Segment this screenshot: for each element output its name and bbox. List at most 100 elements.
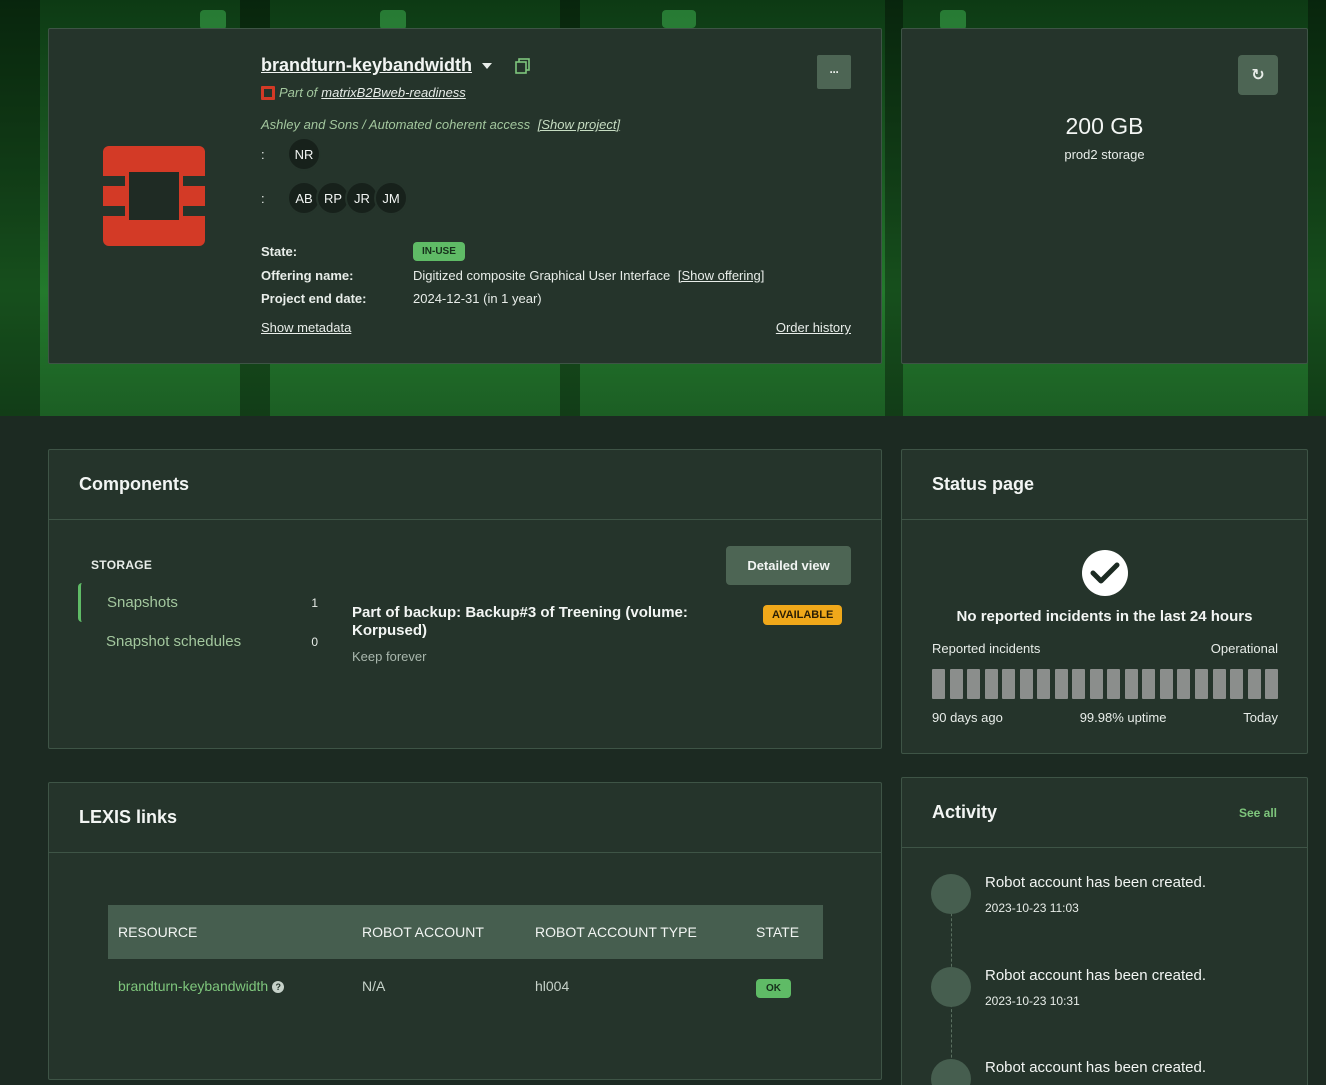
uptime-bar[interactable] (1247, 669, 1261, 699)
components-title: Components (79, 474, 189, 494)
lexis-table: RESOURCE ROBOT ACCOUNT ROBOT ACCOUNT TYP… (108, 905, 823, 1013)
show-offering-link[interactable]: [Show offering] (678, 268, 764, 283)
uptime-bar[interactable] (1194, 669, 1208, 699)
timeline-dot (931, 874, 971, 914)
activity-time: 2023-10-23 11:03 (985, 901, 1079, 915)
activity-header: Activity See all (902, 778, 1307, 848)
uptime-bar[interactable] (1089, 669, 1103, 699)
robot-account-type-cell: hl004 (535, 978, 570, 994)
check-circle-icon (1082, 550, 1128, 596)
uptime-bar[interactable] (1054, 669, 1068, 699)
show-project-link[interactable]: [Show project] (538, 117, 620, 132)
end-date-value: 2024-12-31 (in 1 year) (413, 291, 542, 307)
copy-icon[interactable] (514, 57, 532, 75)
status-page-card: Status page No reported incidents in the… (901, 449, 1308, 754)
activity-text: Robot account has been created. (985, 967, 1206, 984)
menu-item-label: Snapshots (107, 594, 178, 611)
reported-incidents-label: Reported incidents (932, 641, 1041, 656)
resource-link[interactable]: brandturn-keybandwidth (118, 978, 268, 994)
help-icon[interactable]: ? (272, 981, 285, 994)
uptime-bar[interactable] (1002, 669, 1016, 699)
refresh-icon: ↻ (1251, 67, 1265, 84)
offering-label: Offering name: (261, 267, 354, 283)
resource-card: brandturn-keybandwidth Part of matrixB2B… (48, 28, 882, 364)
state-badge: OK (756, 979, 791, 998)
uptime-bar[interactable] (932, 669, 946, 699)
menu-item-label: Snapshot schedules (106, 633, 242, 650)
menu-item-count: 0 (311, 634, 318, 649)
uptime-bar[interactable] (984, 669, 998, 699)
owners-label: : (261, 146, 265, 162)
end-date-label: Project end date: (261, 291, 367, 307)
activity-text: Robot account has been created. (985, 874, 1206, 891)
menu-item-count: 1 (311, 595, 318, 610)
uptime-bar[interactable] (1037, 669, 1051, 699)
uptime-bars (932, 669, 1279, 699)
lexis-title: LEXIS links (79, 807, 178, 827)
snapshot-title[interactable]: Part of backup: Backup#3 of Treening (vo… (352, 604, 732, 640)
avatar[interactable]: JM (374, 181, 408, 215)
parent-resource-link[interactable]: matrixB2Bweb-readiness (321, 85, 466, 100)
uptime-bar[interactable] (1124, 669, 1138, 699)
uptime-bar[interactable] (1265, 669, 1279, 699)
operational-label: Operational (1210, 641, 1278, 656)
snapshot-status-badge: AVAILABLE (763, 605, 843, 625)
uptime-bar[interactable] (1142, 669, 1156, 699)
more-actions-button[interactable]: ··· (817, 55, 851, 89)
uptime-bar[interactable] (1107, 669, 1121, 699)
avatar[interactable]: NR (287, 137, 321, 171)
uptime-bar[interactable] (1072, 669, 1086, 699)
chevron-down-icon[interactable] (482, 62, 492, 69)
openstack-logo (103, 146, 205, 246)
table-row: brandturn-keybandwidth? N/A hl004 OK (108, 959, 823, 1013)
resource-name[interactable]: brandturn-keybandwidth (261, 55, 472, 76)
uptime-bar[interactable] (1177, 669, 1191, 699)
refresh-button[interactable]: ↻ (1238, 55, 1278, 95)
uptime-bar[interactable] (1159, 669, 1173, 699)
lexis-header: LEXIS links (49, 783, 881, 853)
components-menu: Snapshots 1 Snapshot schedules 0 (78, 583, 318, 661)
column-header: RESOURCE (108, 905, 352, 959)
uptime-bar[interactable] (1019, 669, 1033, 699)
timeline-dot (931, 967, 971, 1007)
activity-title: Activity (932, 802, 998, 822)
robot-account-cell: N/A (362, 978, 386, 994)
openstack-small-icon (261, 85, 275, 100)
storage-size: 200 GB (1065, 113, 1144, 139)
state-label: State: (261, 244, 298, 260)
status-message: No reported incidents in the last 24 hou… (956, 608, 1253, 625)
components-card: Components STORAGE Snapshots 1 Snapshot … (48, 449, 882, 749)
org-project-text: Ashley and Sons / Automated coherent acc… (261, 117, 531, 132)
uptime-bar[interactable] (1212, 669, 1226, 699)
resource-details: State: IN-USE Offering name: Digitized c… (261, 240, 764, 311)
members-row: : AB RP JR JM (261, 181, 408, 215)
menu-item-snapshot-schedules[interactable]: Snapshot schedules 0 (78, 622, 318, 661)
activity-time: 2023-10-23 10:31 (985, 994, 1080, 1008)
uptime-bar[interactable] (949, 669, 963, 699)
uptime-footer: 90 days ago 99.98% uptime Today (932, 710, 1278, 725)
order-history-link[interactable]: Order history (776, 320, 851, 335)
column-header: ROBOT ACCOUNT (352, 905, 525, 959)
column-header: STATE (746, 905, 823, 959)
timeline-dot (931, 1059, 971, 1085)
storage-summary-card: ↻ 200 GB prod2 storage (901, 28, 1308, 364)
uptime-bar[interactable] (967, 669, 981, 699)
parent-resource: Part of matrixB2Bweb-readiness (261, 85, 466, 100)
part-of-label: Part of (279, 85, 318, 100)
uptime-value: 99.98% uptime (1079, 710, 1167, 725)
lexis-links-card: LEXIS links RESOURCE ROBOT ACCOUNT ROBOT… (48, 782, 882, 1080)
members-label: : (261, 190, 265, 206)
owners-row: : NR (261, 137, 321, 171)
state-badge: IN-USE (413, 242, 465, 262)
show-metadata-link[interactable]: Show metadata (261, 320, 351, 335)
snapshot-retention: Keep forever (352, 649, 427, 664)
see-all-link[interactable]: See all (1239, 806, 1277, 820)
status-header: Status page (902, 450, 1307, 520)
detailed-view-button[interactable]: Detailed view (726, 546, 851, 585)
uptime-bar[interactable] (1230, 669, 1244, 699)
incident-labels: Reported incidents Operational (932, 641, 1278, 656)
storage-section-label: STORAGE (91, 558, 153, 572)
offering-value: Digitized composite Graphical User Inter… (413, 267, 671, 283)
menu-item-snapshots[interactable]: Snapshots 1 (78, 583, 318, 622)
column-header: ROBOT ACCOUNT TYPE (525, 905, 746, 959)
